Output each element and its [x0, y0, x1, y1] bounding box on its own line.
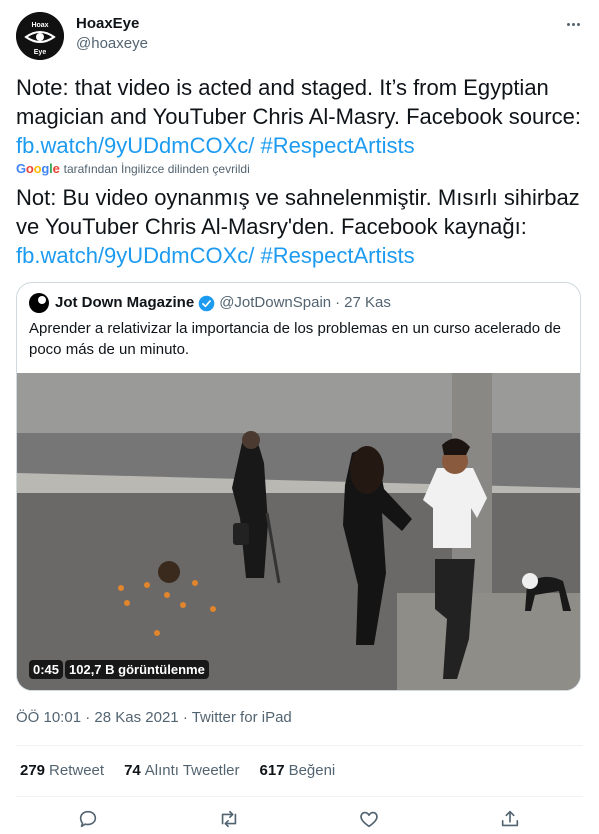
divider [16, 745, 583, 746]
retweet-count[interactable]: 279 Retweet [20, 761, 104, 781]
quoted-date: 27 Kas [344, 294, 391, 311]
meta-separator-2: · [182, 709, 188, 726]
translated-text: Not: Bu video oynanmış ve sahnelenmiştir… [16, 183, 586, 270]
video-duration-badge: 0:45 [29, 660, 64, 679]
translated-link[interactable]: fb.watch/9yUDdmCOXc/ [16, 243, 254, 268]
translation-attribution: Google tarafından İngilizce dilinden çev… [16, 161, 250, 177]
tweet-header: Hoax Eye HoaxEye @hoaxeye [16, 12, 583, 60]
tweet-source[interactable]: Twitter for iPad [192, 709, 292, 726]
meta-separator: · [85, 709, 91, 726]
translation-note: tarafından İngilizce dilinden çevrildi [63, 162, 250, 176]
quoted-tweet[interactable]: Jot Down Magazine @JotDownSpain · 27 Kas… [16, 282, 581, 691]
video-thumbnail [17, 373, 580, 690]
hoaxeye-logo: Hoax Eye [16, 12, 64, 60]
retweet-icon[interactable] [218, 808, 242, 832]
quoted-author-name: Jot Down Magazine [55, 294, 195, 311]
tweet-date[interactable]: 28 Kas 2021 [94, 709, 178, 726]
svg-text:Hoax: Hoax [31, 22, 48, 29]
quoted-author-avatar [29, 293, 49, 313]
more-icon[interactable] [563, 14, 583, 34]
verified-icon [198, 295, 215, 311]
author-handle[interactable]: @hoaxeye [76, 34, 148, 54]
tweet-time[interactable]: ÖÖ 10:01 [16, 709, 81, 726]
quoted-tweet-header: Jot Down Magazine @JotDownSpain · 27 Kas [29, 293, 391, 313]
like-count[interactable]: 617 Beğeni [260, 761, 336, 781]
svg-text:Eye: Eye [34, 49, 47, 56]
tweet-text-body: Note: that video is acted and staged. It… [16, 75, 581, 129]
translated-text-body: Not: Bu video oynanmış ve sahnelenmiştir… [16, 185, 580, 239]
video-views-badge: 102,7 B görüntülenme [65, 660, 209, 679]
tweet-meta: ÖÖ 10:01 · 28 Kas 2021 · Twitter for iPa… [16, 708, 292, 728]
quoted-tweet-text: Aprender a relativizar la importancia de… [29, 320, 561, 358]
quoted-author-handle: @JotDownSpain [219, 294, 332, 311]
translated-hashtag[interactable]: #RespectArtists [261, 243, 415, 268]
google-logo: Google [16, 161, 60, 176]
tweet-actions [0, 808, 599, 832]
tweet-stats: 279 Retweet 74 Alıntı Tweetler 617 Beğeni [20, 761, 355, 781]
quoted-separator: · [335, 294, 341, 311]
author-avatar[interactable]: Hoax Eye [16, 12, 64, 60]
tweet-text: Note: that video is acted and staged. It… [16, 73, 586, 160]
author-display-name[interactable]: HoaxEye [76, 14, 148, 34]
divider [16, 796, 583, 797]
tweet-link[interactable]: fb.watch/9yUDdmCOXc/ [16, 133, 254, 158]
like-icon[interactable] [358, 808, 382, 832]
tweet-hashtag[interactable]: #RespectArtists [261, 133, 415, 158]
reply-icon[interactable] [77, 808, 101, 832]
quote-count[interactable]: 74 Alıntı Tweetler [124, 761, 239, 781]
share-icon[interactable] [499, 808, 523, 832]
video-player[interactable]: 0:45 102,7 B görüntülenme [17, 373, 580, 690]
